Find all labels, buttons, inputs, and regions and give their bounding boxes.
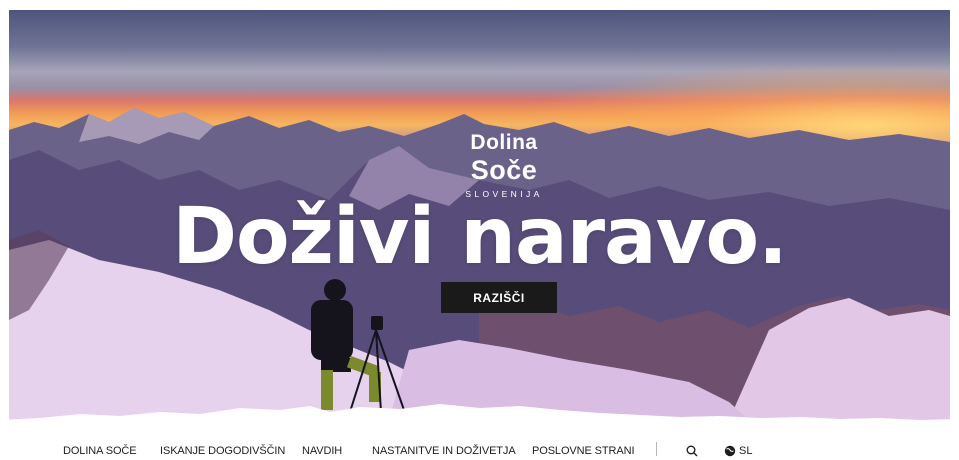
search-icon[interactable] [686, 445, 698, 460]
language-switcher[interactable]: SL [724, 445, 752, 457]
globe-icon [724, 445, 736, 457]
hero-headline: Doživi naravo. [172, 192, 788, 282]
nav-item-iskanje-dogodivscin[interactable]: ISKANJE DOGODIVŠČIN [160, 445, 285, 457]
main-navigation: DOLINA SOČE ISKANJE DOGODIVŠČIN NAVDIH N… [0, 437, 959, 457]
logo-word-dolina: Dolina [470, 131, 538, 154]
nav-item-nastanitve-in-dozivetja[interactable]: NASTANITVE IN DOŽIVETJA [372, 445, 516, 457]
nav-item-dolina-soce[interactable]: DOLINA SOČE [63, 445, 137, 457]
nav-divider [656, 442, 657, 456]
site-logo[interactable]: Dolina Soče SLOVENIJA [434, 131, 574, 199]
torn-paper-edge [0, 404, 959, 432]
hero-banner: Dolina Soče SLOVENIJA Doživi naravo. [9, 10, 950, 420]
explore-button[interactable]: RAZIŠČI [441, 282, 557, 313]
logo-wordmark: Dolina Soče [434, 131, 574, 186]
logo-word-soce: Soče [470, 155, 538, 185]
language-label: SL [739, 445, 753, 457]
nav-item-navdih[interactable]: NAVDIH [302, 445, 342, 457]
nav-item-poslovne-strani[interactable]: POSLOVNE STRANI [532, 445, 635, 457]
